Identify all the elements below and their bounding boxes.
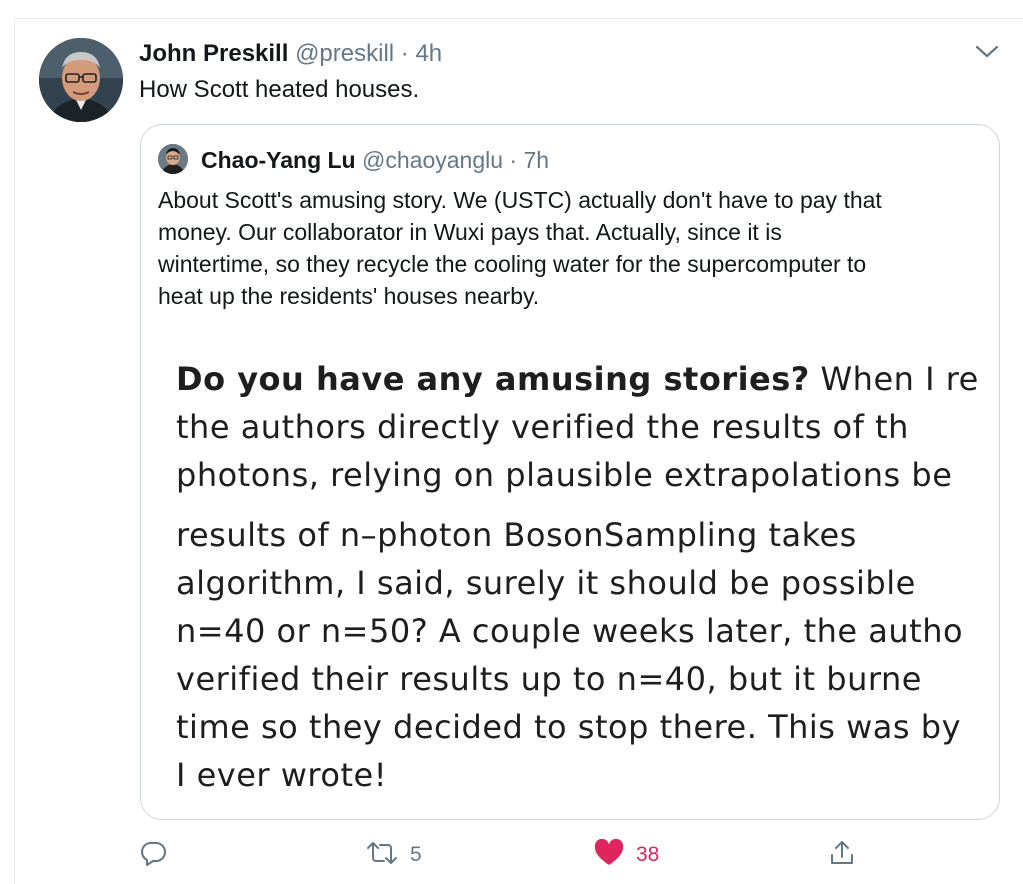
chevron-down-icon[interactable] (974, 40, 1000, 62)
quoted-author-handle[interactable]: @chaoyanglu (362, 147, 503, 173)
image-text-continuation: When I re (809, 360, 979, 398)
image-text-bold-lead: Do you have any amusing stories? (176, 360, 810, 398)
tweet-actions-bar: 5 38 (0, 832, 1023, 878)
quoted-author-name[interactable]: Chao-Yang Lu (201, 147, 356, 173)
quoted-meta-separator: · (509, 147, 518, 173)
quoted-text-line: wintertime, so they recycle the cooling … (158, 251, 867, 277)
quoted-tweet-image[interactable]: Do you have any amusing stories? When I … (141, 335, 999, 819)
divider-left (14, 18, 15, 884)
image-text-line: verified their results up to n=40, but i… (176, 660, 922, 698)
image-text-line: time so they decided to stop there. This… (176, 708, 961, 746)
tweet-timestamp[interactable]: 4h (415, 40, 442, 67)
tweet-header: John Preskill @preskill · 4h (139, 39, 442, 69)
image-text-line: photons, relying on plausible extrapolat… (176, 456, 953, 494)
image-text-line: Do you have any amusing stories? When I … (176, 357, 979, 401)
meta-separator: · (400, 40, 409, 67)
retweet-icon (366, 839, 398, 872)
quoted-text-line: money. Our collaborator in Wuxi pays tha… (158, 219, 782, 245)
author-avatar[interactable] (39, 38, 123, 122)
image-text-line: the authors directly verified the result… (176, 408, 909, 446)
share-icon (828, 839, 856, 872)
reply-button[interactable] (139, 840, 179, 870)
retweet-count: 5 (410, 843, 422, 866)
heart-icon (594, 838, 624, 872)
reply-icon (139, 839, 167, 872)
author-name[interactable]: John Preskill (139, 40, 288, 67)
like-count: 38 (636, 843, 660, 866)
tweet-page: John Preskill @preskill · 4h How Scott h… (0, 0, 1023, 884)
image-text-line: results of n–photon BosonSampling takes (176, 516, 857, 554)
like-button[interactable]: 38 (594, 838, 660, 872)
quoted-tweet-header: Chao-Yang Lu @chaoyanglu · 7h (201, 145, 549, 175)
quoted-tweet-card[interactable]: Chao-Yang Lu @chaoyanglu · 7h About Scot… (140, 124, 1000, 820)
image-text-line: I ever wrote! (176, 756, 388, 794)
quoted-text-line: heat up the residents' houses nearby. (158, 283, 540, 309)
share-button[interactable] (828, 840, 868, 870)
author-handle[interactable]: @preskill (295, 40, 394, 67)
retweet-button[interactable]: 5 (366, 840, 422, 870)
quoted-tweet-timestamp[interactable]: 7h (523, 147, 549, 173)
tweet-text: How Scott heated houses. (139, 76, 420, 103)
quoted-author-avatar[interactable] (158, 144, 188, 174)
image-text-line: n=40 or n=50? A couple weeks later, the … (176, 612, 964, 650)
divider-top (14, 18, 1023, 19)
quoted-tweet-text: About Scott's amusing story. We (USTC) a… (158, 184, 988, 312)
quoted-text-line: About Scott's amusing story. We (USTC) a… (158, 187, 882, 213)
image-text-line: algorithm, I said, surely it should be p… (176, 564, 916, 602)
